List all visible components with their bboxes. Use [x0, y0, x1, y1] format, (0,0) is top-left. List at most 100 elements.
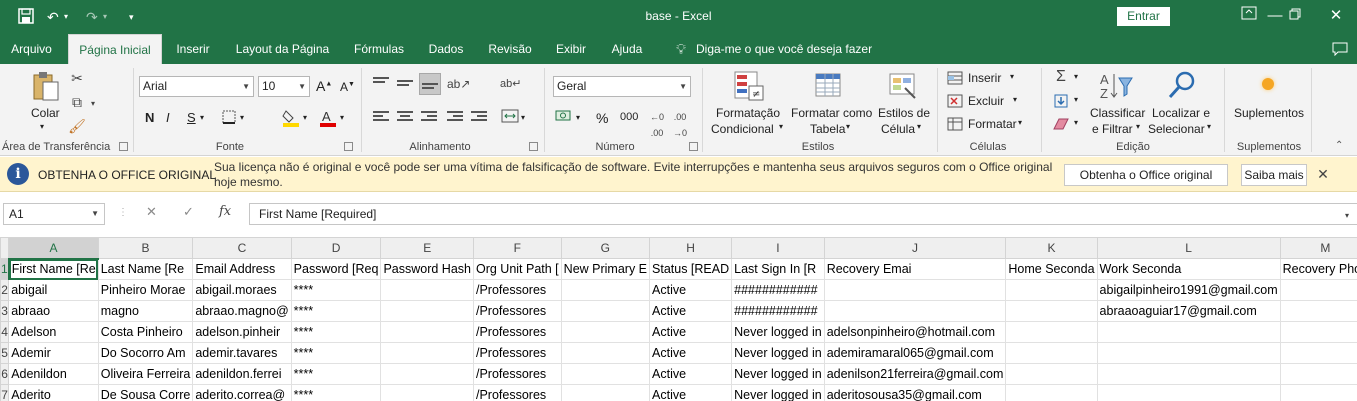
find-select-icon[interactable]: [1166, 70, 1198, 102]
cell[interactable]: [380, 279, 474, 301]
tab-inserir[interactable]: Inserir: [170, 34, 216, 64]
tab-arquivo[interactable]: Arquivo: [4, 34, 59, 64]
cell[interactable]: [380, 363, 474, 385]
cell[interactable]: [823, 279, 1007, 301]
cell[interactable]: adenilson21ferreira@gmail.com: [823, 363, 1007, 385]
row-header[interactable]: 4: [0, 321, 10, 343]
sort-filter-icon[interactable]: AZ: [1098, 70, 1134, 102]
cell[interactable]: magno: [97, 300, 194, 322]
row-header[interactable]: 1: [0, 258, 10, 280]
format-as-table-icon[interactable]: [813, 70, 845, 102]
cell[interactable]: [1279, 342, 1357, 364]
lightbulb-icon[interactable]: 💡︎: [672, 34, 690, 64]
number-format-select[interactable]: Geral ▼: [553, 76, 691, 97]
font-launcher-icon[interactable]: [344, 142, 353, 151]
cell[interactable]: Never logged in: [731, 384, 825, 401]
underline-button[interactable]: S: [187, 110, 196, 125]
borders-icon[interactable]: [220, 110, 238, 127]
increase-decimal-icon[interactable]: ←0.00: [648, 109, 666, 141]
expand-formula-icon[interactable]: ▾: [1345, 211, 1349, 220]
tab-revisao[interactable]: Revisão: [484, 34, 536, 64]
cell[interactable]: [380, 384, 474, 401]
cell[interactable]: Never logged in: [731, 342, 825, 364]
cell[interactable]: Active: [649, 363, 733, 385]
learn-more-button[interactable]: Saiba mais: [1241, 164, 1307, 186]
cell[interactable]: [1005, 384, 1098, 401]
close-icon[interactable]: ✕: [1326, 6, 1346, 26]
insert-function-icon[interactable]: fx: [219, 204, 231, 219]
cell[interactable]: abigail: [8, 279, 99, 301]
font-color-dropdown-icon[interactable]: ▾: [340, 113, 344, 122]
cell[interactable]: [560, 279, 651, 301]
find-select-label-2[interactable]: Selecionar: [1148, 122, 1205, 136]
cell[interactable]: Last Name [Re: [97, 258, 194, 280]
tab-dados[interactable]: Dados: [424, 34, 468, 64]
number-launcher-icon[interactable]: [689, 142, 698, 151]
column-header[interactable]: J: [823, 237, 1007, 259]
spreadsheet-grid[interactable]: A B C D E F G H I J K L M N O 1First Nam…: [0, 237, 1357, 401]
format-as-table-label-2[interactable]: Tabela: [810, 122, 845, 136]
cell[interactable]: [1279, 300, 1357, 322]
alignment-launcher-icon[interactable]: [529, 142, 538, 151]
cell[interactable]: adelsonpinheiro@hotmail.com: [823, 321, 1007, 343]
align-right-icon[interactable]: [421, 111, 437, 125]
cell[interactable]: abraao.magno@: [192, 300, 292, 322]
cell-styles-label-2[interactable]: Célula: [881, 122, 915, 136]
format-as-table-label-1[interactable]: Formatar como: [791, 106, 872, 120]
paste-dropdown-icon[interactable]: ▾: [40, 122, 44, 131]
cell[interactable]: [1279, 279, 1357, 301]
cell-styles-icon[interactable]: [887, 70, 919, 102]
column-header[interactable]: G: [560, 237, 651, 259]
increase-indent-icon[interactable]: [471, 111, 487, 125]
cell[interactable]: [380, 321, 474, 343]
cell[interactable]: abraao: [8, 300, 99, 322]
clipboard-launcher-icon[interactable]: [119, 142, 128, 151]
cell[interactable]: [1005, 300, 1098, 322]
row-header[interactable]: 6: [0, 363, 10, 385]
cell[interactable]: ****: [290, 279, 382, 301]
minimize-icon[interactable]: —: [1265, 6, 1285, 26]
decrease-indent-icon[interactable]: [447, 111, 463, 125]
fill-color-dropdown-icon[interactable]: ▾: [303, 113, 307, 122]
cell[interactable]: [560, 300, 651, 322]
cell[interactable]: Email Address: [192, 258, 292, 280]
paste-icon[interactable]: [31, 70, 61, 102]
cell[interactable]: ****: [290, 300, 382, 322]
tab-layout[interactable]: Layout da Página: [231, 34, 334, 64]
cell[interactable]: Password Hash: [380, 258, 474, 280]
enter-icon[interactable]: ✓: [183, 204, 194, 220]
row-header[interactable]: 5: [0, 342, 10, 364]
cell[interactable]: Active: [649, 321, 733, 343]
row-header[interactable]: 2: [0, 279, 10, 301]
fill-color-icon[interactable]: [281, 108, 301, 131]
cell[interactable]: [1005, 363, 1098, 385]
addins-icon[interactable]: [1262, 78, 1274, 90]
column-header[interactable]: H: [649, 237, 733, 259]
cell[interactable]: /Professores: [472, 300, 562, 322]
cell[interactable]: [1279, 384, 1357, 401]
tab-ajuda[interactable]: Ajuda: [606, 34, 648, 64]
cancel-icon[interactable]: ✕: [146, 204, 157, 220]
cell[interactable]: adelson.pinheir: [192, 321, 292, 343]
paste-label[interactable]: Colar: [31, 106, 60, 120]
cell[interactable]: Active: [649, 279, 733, 301]
sort-filter-label-2[interactable]: e Filtrar: [1092, 122, 1133, 136]
cell[interactable]: Costa Pinheiro: [97, 321, 194, 343]
cell[interactable]: De Sousa Corre: [97, 384, 194, 401]
cell[interactable]: /Professores: [472, 363, 562, 385]
restore-icon[interactable]: [1285, 6, 1305, 26]
increase-font-icon[interactable]: A▲: [316, 78, 332, 94]
cell[interactable]: Password [Req: [290, 258, 382, 280]
cell[interactable]: Work Seconda: [1096, 258, 1281, 280]
column-header[interactable]: D: [290, 237, 382, 259]
tab-formulas[interactable]: Fórmulas: [349, 34, 409, 64]
clear-dropdown-icon[interactable]: ▾: [1074, 118, 1078, 127]
column-header[interactable]: F: [472, 237, 562, 259]
cell[interactable]: abigail.moraes: [192, 279, 292, 301]
cell[interactable]: /Professores: [472, 279, 562, 301]
delete-cells-label[interactable]: Excluir: [968, 94, 1004, 108]
cell[interactable]: abraaoaguiar17@gmail.com: [1096, 300, 1281, 322]
insert-cells-icon[interactable]: [946, 71, 964, 88]
cell[interactable]: [560, 384, 651, 401]
name-box[interactable]: A1 ▼: [3, 203, 105, 225]
